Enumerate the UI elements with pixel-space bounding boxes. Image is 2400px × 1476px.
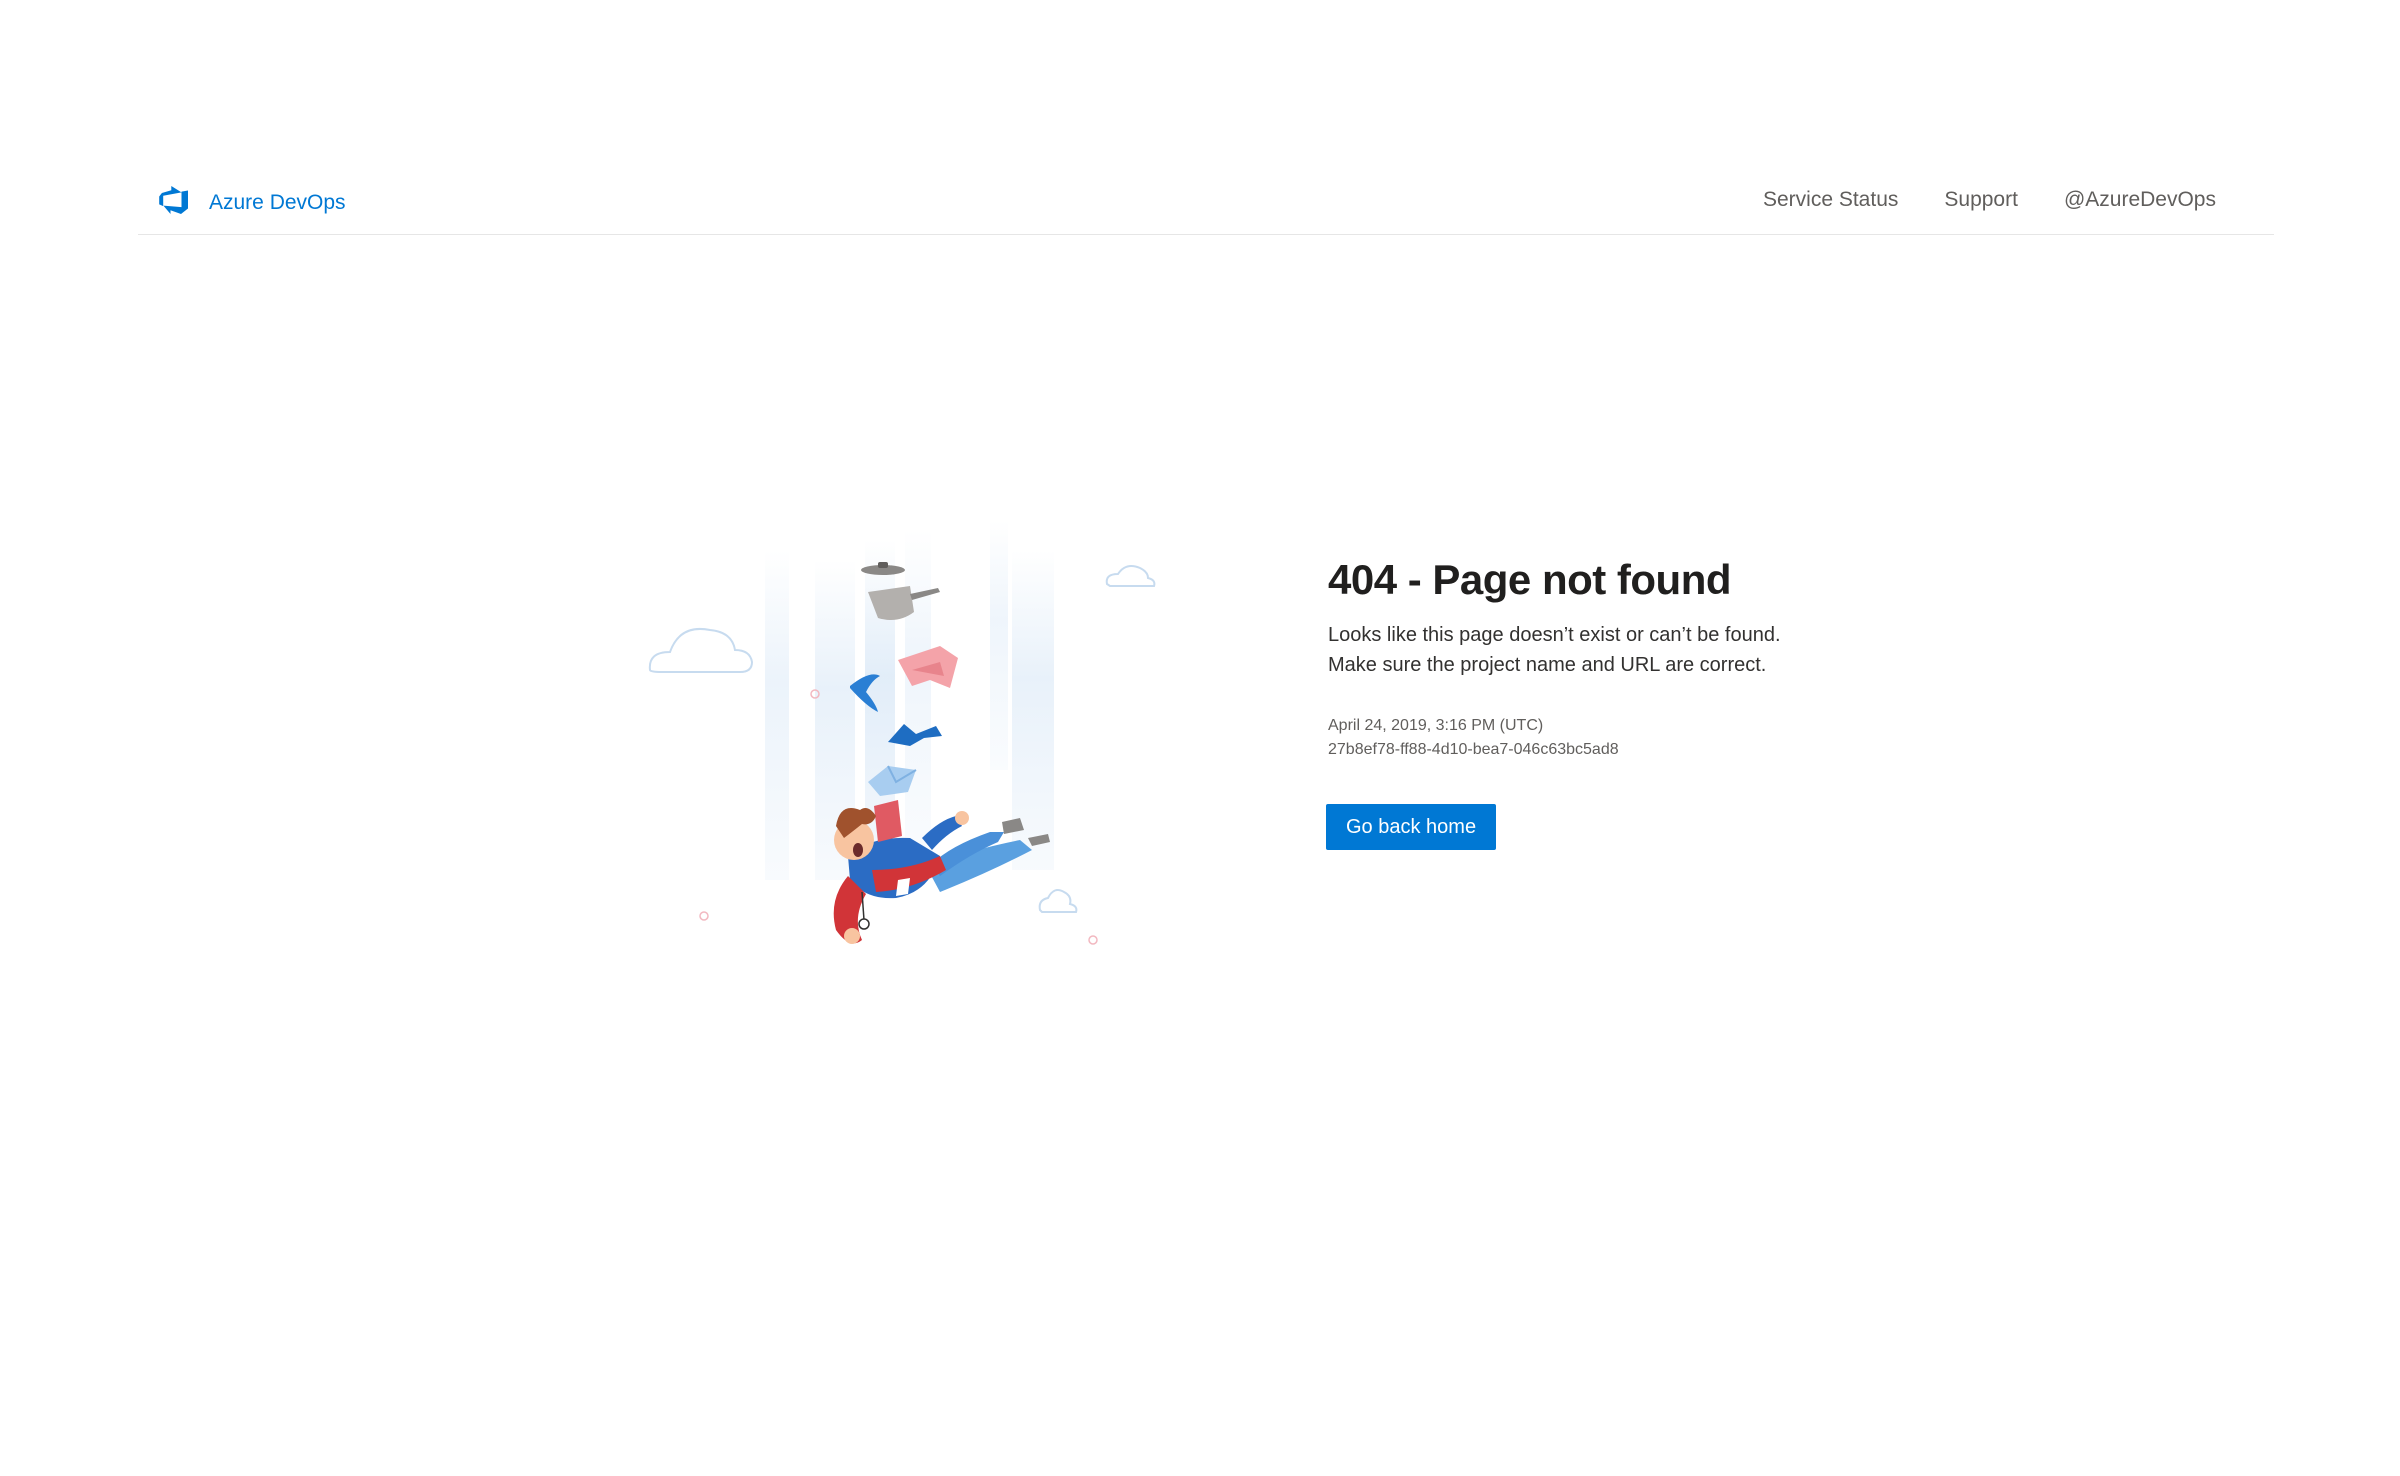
brand-link[interactable]: Azure DevOps xyxy=(158,184,346,221)
description-line: Make sure the project name and URL are c… xyxy=(1328,654,1767,676)
activity-id: 27b8ef78-ff88-4d10-bea7-046c63bc5ad8 xyxy=(1328,741,1619,758)
azure-devops-logo-icon xyxy=(158,184,190,221)
error-description: Looks like this page doesn’t exist or ca… xyxy=(1328,620,2028,680)
nav-link-service-status[interactable]: Service Status xyxy=(1763,184,1898,216)
header-nav: Service Status Support @AzureDevOps xyxy=(1717,184,2216,216)
brand-label: Azure DevOps xyxy=(209,190,346,214)
error-meta: April 24, 2019, 3:16 PM (UTC) 27b8ef78-f… xyxy=(1328,714,2028,762)
go-back-home-button[interactable]: Go back home xyxy=(1326,804,1497,850)
top-header: Azure DevOps Service Status Support @Azu… xyxy=(138,166,2274,235)
page: Azure DevOps Service Status Support @Azu… xyxy=(0,0,2400,1476)
error-timestamp: April 24, 2019, 3:16 PM (UTC) xyxy=(1328,717,1544,734)
page-title: 404 - Page not found xyxy=(1328,556,1732,603)
nav-link-support[interactable]: Support xyxy=(1944,184,2018,216)
error-content: 404 - Page not found Looks like this pag… xyxy=(1326,548,2028,850)
falling-person-illustration xyxy=(640,520,1160,960)
description-line: Looks like this page doesn’t exist or ca… xyxy=(1328,624,1781,646)
nav-link-twitter[interactable]: @AzureDevOps xyxy=(2064,184,2216,216)
